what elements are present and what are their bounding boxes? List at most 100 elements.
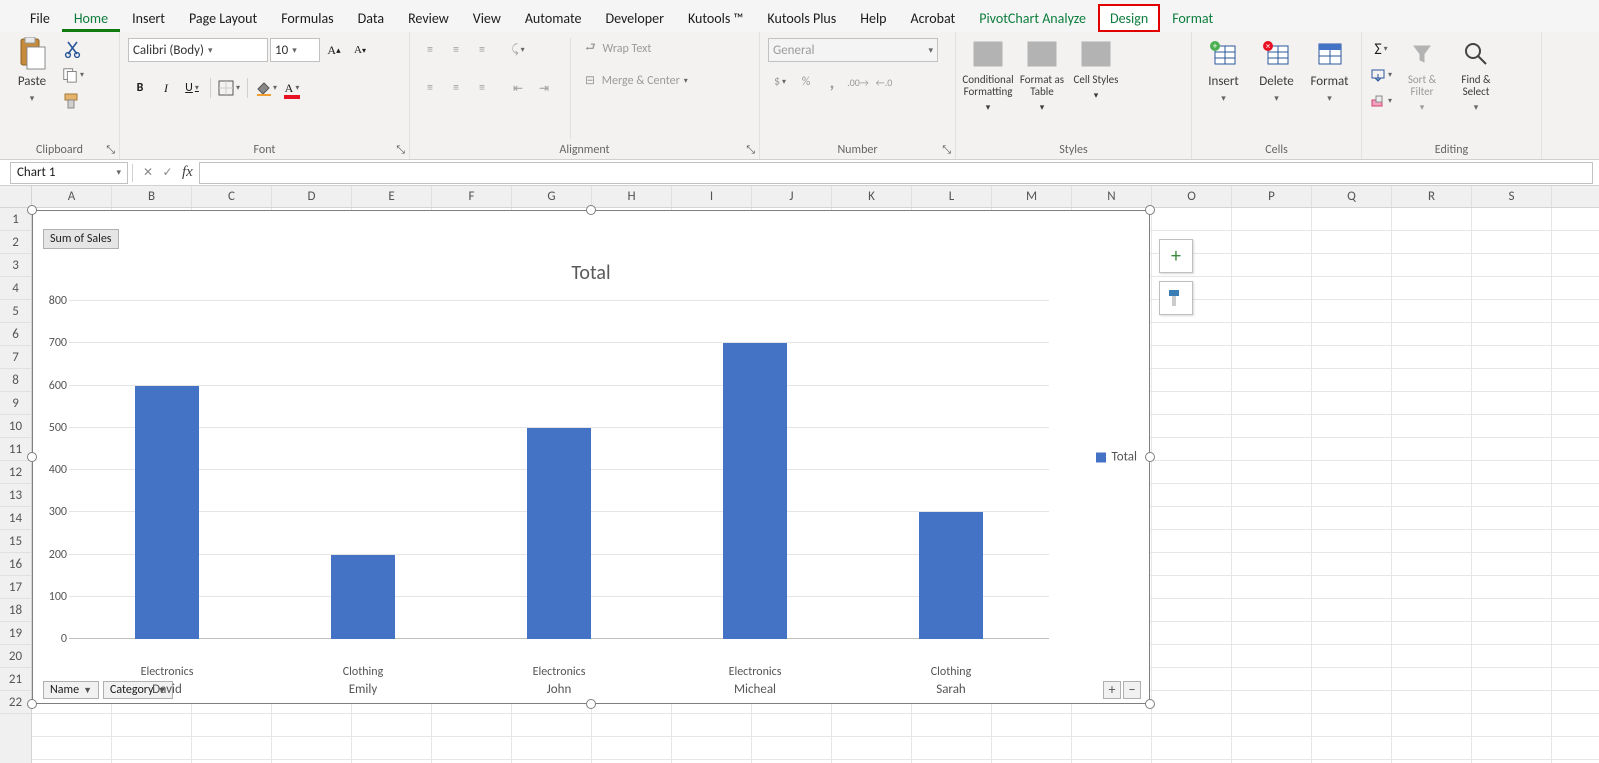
col-header[interactable]: M — [992, 186, 1072, 207]
tab-formulas[interactable]: Formulas — [269, 4, 345, 32]
pivot-chart[interactable]: + Sum of Sales Name▼Category▼ + − Total … — [32, 210, 1150, 704]
row-header[interactable]: 1 — [0, 208, 31, 231]
insert-function-icon[interactable]: fx — [182, 164, 193, 181]
tab-help[interactable]: Help — [848, 4, 898, 32]
row-header[interactable]: 7 — [0, 346, 31, 369]
col-header[interactable]: R — [1392, 186, 1472, 207]
col-header[interactable]: C — [192, 186, 272, 207]
pivot-collapse-icon[interactable]: − — [1123, 681, 1141, 699]
pivot-values-field[interactable]: Sum of Sales — [43, 229, 119, 249]
row-header[interactable]: 13 — [0, 484, 31, 507]
tab-kutools-plus[interactable]: Kutools Plus — [755, 4, 848, 32]
find-select-button[interactable]: Find & Select▾ — [1452, 38, 1500, 113]
tab-view[interactable]: View — [461, 4, 513, 32]
row-header[interactable]: 8 — [0, 369, 31, 392]
col-header[interactable]: A — [32, 186, 112, 207]
bar[interactable] — [723, 343, 787, 639]
grid[interactable]: ABCDEFGHIJKLMNOPQRS + Sum of Sales Name▼… — [32, 186, 1599, 763]
plot-area[interactable]: 0100200300400500600700800 — [69, 301, 1049, 639]
borders-button[interactable] — [217, 76, 241, 100]
row-header[interactable]: 5 — [0, 300, 31, 323]
paste-button[interactable]: Paste ▾ — [8, 38, 56, 104]
row-header[interactable]: 9 — [0, 392, 31, 415]
bold-button[interactable]: B — [128, 76, 152, 100]
row-header[interactable]: 17 — [0, 576, 31, 599]
bar[interactable] — [919, 512, 983, 639]
font-launcher-icon[interactable]: ⤡ — [396, 143, 405, 157]
font-size-combo[interactable]: 10▾ — [270, 38, 320, 62]
insert-cells-button[interactable]: +Insert▾ — [1200, 38, 1247, 104]
tab-file[interactable]: File — [18, 4, 62, 32]
col-header[interactable]: Q — [1312, 186, 1392, 207]
row-header[interactable]: 6 — [0, 323, 31, 346]
tab-design[interactable]: Design — [1098, 4, 1160, 32]
row-header[interactable]: 3 — [0, 254, 31, 277]
col-header[interactable]: I — [672, 186, 752, 207]
legend[interactable]: Total — [1096, 450, 1137, 465]
col-header[interactable]: G — [512, 186, 592, 207]
tab-page-layout[interactable]: Page Layout — [177, 4, 269, 32]
col-header[interactable]: N — [1072, 186, 1152, 207]
increase-font-icon[interactable]: A▴ — [322, 38, 346, 62]
italic-button[interactable]: I — [154, 76, 178, 100]
row-header[interactable]: 14 — [0, 507, 31, 530]
tab-review[interactable]: Review — [396, 4, 461, 32]
row-header[interactable]: 12 — [0, 461, 31, 484]
col-header[interactable]: E — [352, 186, 432, 207]
col-header[interactable]: L — [912, 186, 992, 207]
chart-styles-icon[interactable] — [1159, 281, 1193, 315]
row-header[interactable]: 16 — [0, 553, 31, 576]
col-header[interactable]: F — [432, 186, 512, 207]
underline-button[interactable]: U — [180, 76, 204, 100]
tab-acrobat[interactable]: Acrobat — [899, 4, 968, 32]
tab-insert[interactable]: Insert — [120, 4, 177, 32]
col-header[interactable]: P — [1232, 186, 1312, 207]
name-box[interactable]: Chart 1▾ — [10, 162, 128, 184]
autosum-button[interactable]: Σ — [1370, 38, 1392, 60]
chart-elements-icon[interactable]: + — [1159, 239, 1193, 273]
cut-button[interactable] — [62, 38, 84, 60]
bar[interactable] — [331, 555, 395, 640]
fill-color-button[interactable] — [254, 76, 278, 100]
fbar-enter-icon[interactable]: ✓ — [163, 165, 173, 180]
row-header[interactable]: 19 — [0, 622, 31, 645]
pivot-expand-icon[interactable]: + — [1103, 681, 1121, 699]
chart-title[interactable]: Total — [33, 261, 1149, 285]
row-header[interactable]: 18 — [0, 599, 31, 622]
tab-kutools[interactable]: Kutools ™ — [676, 4, 755, 32]
bar[interactable] — [527, 428, 591, 639]
tab-home[interactable]: Home — [62, 4, 120, 32]
fill-button[interactable] — [1370, 64, 1392, 86]
bar[interactable] — [135, 386, 199, 640]
row-header[interactable]: 2 — [0, 231, 31, 254]
tab-format[interactable]: Format — [1160, 4, 1225, 32]
col-header[interactable]: S — [1472, 186, 1552, 207]
formula-input[interactable] — [199, 162, 1593, 184]
col-header[interactable]: K — [832, 186, 912, 207]
col-header[interactable]: D — [272, 186, 352, 207]
row-header[interactable]: 21 — [0, 668, 31, 691]
clear-button[interactable] — [1370, 90, 1392, 112]
delete-cells-button[interactable]: ×Delete▾ — [1253, 38, 1300, 104]
tab-developer[interactable]: Developer — [593, 4, 675, 32]
font-color-button[interactable]: A — [280, 76, 304, 100]
fbar-cancel-icon[interactable]: ✕ — [143, 165, 153, 180]
clipboard-launcher-icon[interactable]: ⤡ — [106, 143, 115, 157]
font-name-combo[interactable]: Calibri (Body)▾ — [128, 38, 268, 62]
col-header[interactable]: B — [112, 186, 192, 207]
row-header[interactable]: 15 — [0, 530, 31, 553]
format-cells-button[interactable]: Format▾ — [1306, 38, 1353, 104]
format-painter-button[interactable] — [62, 90, 84, 112]
row-header[interactable]: 20 — [0, 645, 31, 668]
copy-button[interactable] — [62, 64, 84, 86]
row-header[interactable]: 10 — [0, 415, 31, 438]
row-header[interactable]: 4 — [0, 277, 31, 300]
col-header[interactable]: J — [752, 186, 832, 207]
row-header[interactable]: 11 — [0, 438, 31, 461]
tab-automate[interactable]: Automate — [513, 4, 594, 32]
tab-pivotchart-analyze[interactable]: PivotChart Analyze — [967, 4, 1098, 32]
tab-data[interactable]: Data — [346, 4, 396, 32]
col-header[interactable]: O — [1152, 186, 1232, 207]
decrease-font-icon[interactable]: A▾ — [348, 38, 372, 62]
col-header[interactable]: H — [592, 186, 672, 207]
